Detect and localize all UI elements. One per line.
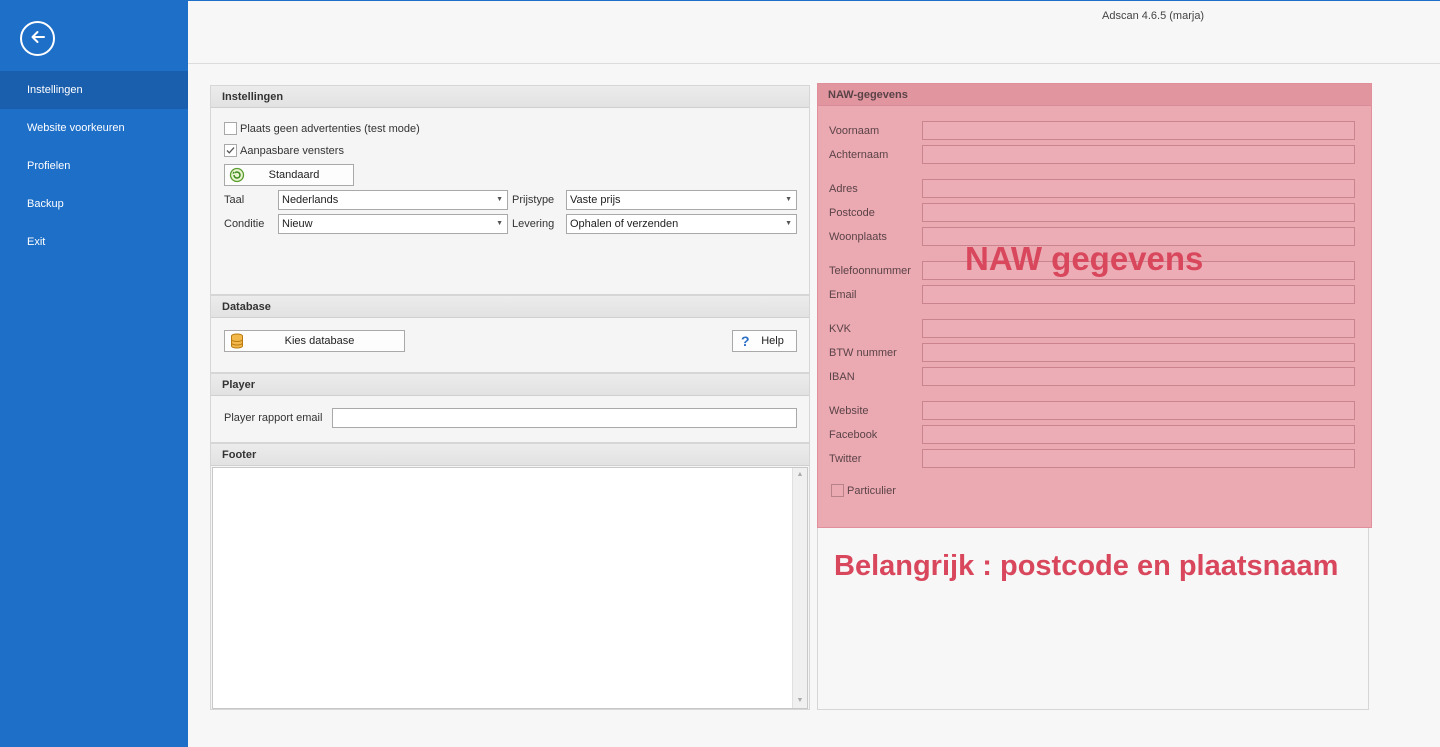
conditie-select[interactable]: Nieuw ▼ bbox=[278, 214, 508, 234]
levering-value: Ophalen of verzenden bbox=[570, 218, 679, 230]
naw-highlight: NAW-gegevens Voornaam Achternaam Adres P… bbox=[817, 83, 1372, 528]
voornaam-label: Voornaam bbox=[829, 125, 880, 137]
checkmark-icon bbox=[226, 147, 235, 154]
aanpasbare-checkbox[interactable] bbox=[224, 144, 237, 157]
test-mode-checkbox-row[interactable]: Plaats geen advertenties (test mode) bbox=[224, 122, 420, 135]
email-label: Email bbox=[829, 289, 857, 301]
refresh-icon bbox=[225, 167, 249, 183]
svg-text:?: ? bbox=[741, 334, 750, 348]
naw-overlay-title: NAW gegevens bbox=[965, 240, 1204, 277]
conditie-value: Nieuw bbox=[282, 218, 313, 230]
website-label: Website bbox=[829, 405, 869, 417]
twitter-input[interactable] bbox=[922, 449, 1355, 468]
sidebar-item-exit[interactable]: Exit bbox=[0, 223, 188, 261]
sidebar-item-backup[interactable]: Backup bbox=[0, 185, 188, 223]
window-title: Adscan 4.6.5 (marja) bbox=[1102, 10, 1205, 22]
taal-label: Taal bbox=[224, 194, 245, 206]
adres-input[interactable] bbox=[922, 179, 1355, 198]
btw-input[interactable] bbox=[922, 343, 1355, 362]
adres-label: Adres bbox=[829, 183, 858, 195]
instellingen-group: Instellingen Plaats geen advertenties (t… bbox=[210, 85, 810, 295]
standaard-label: Standaard bbox=[268, 169, 320, 181]
aanpasbare-checkbox-row[interactable]: Aanpasbare vensters bbox=[224, 144, 344, 157]
sidebar-item-instellingen[interactable]: Instellingen bbox=[0, 71, 188, 109]
back-button[interactable] bbox=[20, 21, 55, 56]
kvk-input[interactable] bbox=[922, 319, 1355, 338]
achternaam-input[interactable] bbox=[922, 145, 1355, 164]
help-button[interactable]: ? Help bbox=[732, 330, 797, 352]
standaard-button[interactable]: Standaard bbox=[224, 164, 354, 186]
sidebar-item-website-voorkeuren[interactable]: Website voorkeuren bbox=[0, 109, 188, 147]
achternaam-label: Achternaam bbox=[829, 149, 889, 161]
levering-select[interactable]: Ophalen of verzenden ▼ bbox=[566, 214, 797, 234]
email-input[interactable] bbox=[922, 285, 1355, 304]
prijstype-value: Vaste prijs bbox=[570, 194, 621, 206]
naw-header: NAW-gegevens bbox=[818, 84, 1371, 106]
particulier-checkbox[interactable] bbox=[831, 484, 844, 497]
taal-value: Nederlands bbox=[282, 194, 339, 206]
postcode-label: Postcode bbox=[829, 207, 875, 219]
database-header: Database bbox=[211, 296, 809, 318]
website-input[interactable] bbox=[922, 401, 1355, 420]
telefoon-label: Telefoonnummer bbox=[829, 265, 911, 277]
footer-header: Footer bbox=[211, 444, 809, 466]
twitter-label: Twitter bbox=[829, 453, 862, 465]
kvk-label: KVK bbox=[829, 323, 852, 335]
database-icon bbox=[225, 333, 249, 349]
footer-scrollbar[interactable]: ▲ ▼ bbox=[792, 468, 807, 708]
sidebar-nav: Instellingen Website voorkeuren Profiele… bbox=[0, 71, 188, 261]
postcode-input[interactable] bbox=[922, 203, 1355, 222]
instellingen-header: Instellingen bbox=[211, 86, 809, 108]
annotation-text: Belangrijk : postcode en plaatsnaam bbox=[834, 550, 1339, 582]
chevron-down-icon: ▼ bbox=[496, 220, 503, 227]
iban-label: IBAN bbox=[829, 371, 855, 383]
kies-database-button[interactable]: Kies database bbox=[224, 330, 405, 352]
voornaam-input[interactable] bbox=[922, 121, 1355, 140]
player-header: Player bbox=[211, 374, 809, 396]
btw-label: BTW nummer bbox=[829, 347, 897, 359]
aanpasbare-label: Aanpasbare vensters bbox=[240, 144, 344, 157]
scroll-down-icon[interactable]: ▼ bbox=[793, 694, 807, 708]
particulier-checkbox-row[interactable]: Particulier bbox=[831, 484, 896, 497]
taal-select[interactable]: Nederlands ▼ bbox=[278, 190, 508, 210]
facebook-input[interactable] bbox=[922, 425, 1355, 444]
facebook-label: Facebook bbox=[829, 429, 878, 441]
prijstype-select[interactable]: Vaste prijs ▼ bbox=[566, 190, 797, 210]
chevron-down-icon: ▼ bbox=[785, 196, 792, 203]
test-mode-checkbox[interactable] bbox=[224, 122, 237, 135]
help-icon: ? bbox=[733, 334, 757, 348]
scroll-up-icon[interactable]: ▲ bbox=[793, 468, 807, 482]
woonplaats-label: Woonplaats bbox=[829, 231, 887, 243]
iban-input[interactable] bbox=[922, 367, 1355, 386]
kies-database-label: Kies database bbox=[284, 335, 355, 347]
sidebar: Instellingen Website voorkeuren Profiele… bbox=[0, 0, 188, 747]
levering-label: Levering bbox=[512, 218, 555, 230]
player-email-label: Player rapport email bbox=[224, 412, 323, 424]
test-mode-label: Plaats geen advertenties (test mode) bbox=[240, 122, 420, 135]
footer-textarea[interactable]: ▲ ▼ bbox=[212, 467, 808, 709]
prijstype-label: Prijstype bbox=[512, 194, 555, 206]
chevron-down-icon: ▼ bbox=[496, 196, 503, 203]
player-email-input[interactable] bbox=[332, 408, 797, 428]
conditie-label: Conditie bbox=[224, 218, 265, 230]
title-bar: Adscan 4.6.5 (marja) bbox=[188, 0, 1440, 64]
arrow-left-icon bbox=[28, 27, 48, 50]
sidebar-item-profielen[interactable]: Profielen bbox=[0, 147, 188, 185]
chevron-down-icon: ▼ bbox=[785, 220, 792, 227]
help-label: Help bbox=[761, 335, 784, 347]
database-group: Database Kies database ? Help bbox=[210, 295, 810, 373]
footer-group: Footer ▲ ▼ bbox=[210, 443, 810, 710]
particulier-label: Particulier bbox=[847, 484, 896, 497]
player-group: Player Player rapport email bbox=[210, 373, 810, 443]
